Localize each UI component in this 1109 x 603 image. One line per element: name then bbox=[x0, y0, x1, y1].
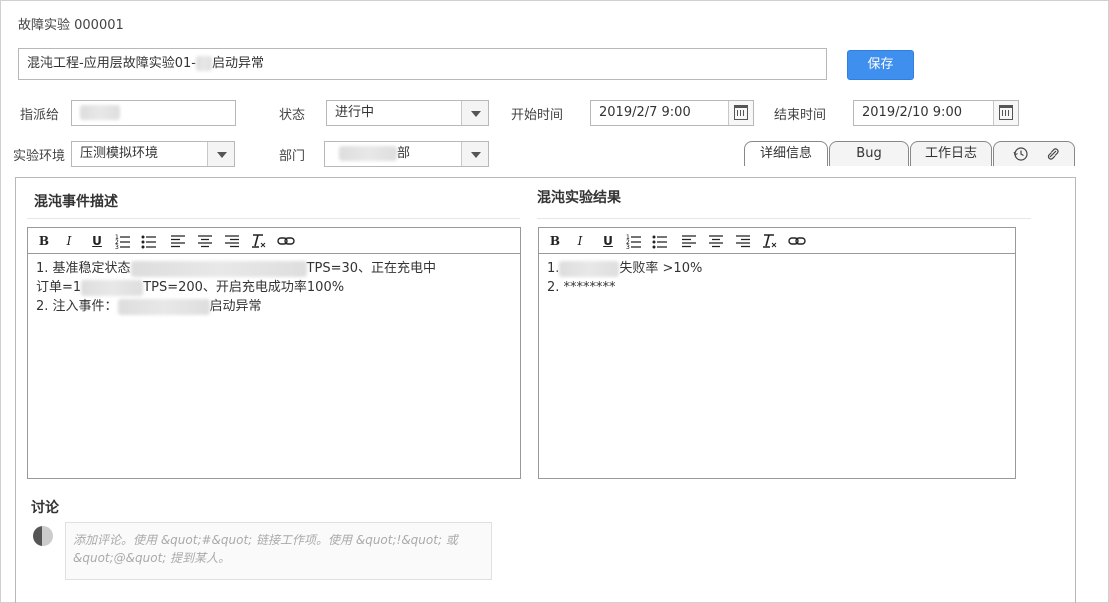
align-center-icon[interactable] bbox=[708, 233, 724, 249]
redacted-text bbox=[80, 105, 120, 120]
redacted-text bbox=[117, 298, 210, 315]
result-title: 混沌实验结果 bbox=[537, 190, 621, 206]
clear-format-icon[interactable] bbox=[251, 233, 267, 249]
result-content[interactable]: 1. 失败率 >10% 2. ******** bbox=[539, 254, 1015, 302]
title-input-value-suffix: 启动异常 bbox=[211, 56, 264, 71]
description-text: 启动异常 bbox=[209, 299, 262, 314]
redacted-text bbox=[339, 146, 397, 161]
title-input[interactable]: 混沌工程-应用层故障实验01- 启动异常 bbox=[18, 48, 827, 80]
link-icon[interactable] bbox=[1043, 143, 1063, 165]
link-icon[interactable] bbox=[788, 233, 806, 249]
divider bbox=[27, 218, 520, 219]
bullet-list-icon[interactable] bbox=[652, 233, 668, 249]
editor-toolbar: B I U 123 bbox=[539, 228, 1015, 254]
redacted-text bbox=[559, 260, 620, 277]
window-title: 故障实验 000001 bbox=[18, 18, 124, 33]
description-title: 混沌事件描述 bbox=[34, 194, 118, 210]
env-select[interactable]: 压测模拟环境 bbox=[71, 141, 235, 167]
description-editor[interactable]: B I U 123 1. 基准稳定状态 TPS=30、正在充电中 订单=1 TPS=… bbox=[27, 227, 521, 479]
title-input-value: 混沌工程-应用层故障实验01- bbox=[27, 56, 196, 71]
description-line: 订单=1 TPS=200、开启充电成功率100% bbox=[36, 278, 512, 297]
assignee-label: 指派给 bbox=[20, 108, 60, 123]
divider bbox=[537, 218, 1031, 219]
ordered-list-icon[interactable]: 123 bbox=[626, 233, 642, 249]
chevron-down-icon[interactable] bbox=[207, 142, 234, 166]
bullet-list-icon[interactable] bbox=[141, 233, 157, 249]
dept-label: 部门 bbox=[279, 149, 306, 164]
redacted-text bbox=[130, 260, 307, 277]
italic-button[interactable]: I bbox=[573, 233, 587, 249]
tab-worklog[interactable]: 工作日志 bbox=[910, 141, 992, 166]
start-time-field[interactable]: 2019/2/7 9:00 bbox=[590, 100, 754, 126]
bold-button[interactable]: B bbox=[37, 233, 51, 249]
comment-input[interactable]: 添加评论。使用 &quot;#&quot; 链接工作项。使用 &quot;!&q… bbox=[65, 522, 492, 580]
result-editor[interactable]: B I U 123 1. 失败率 >10% 2. ******** bbox=[538, 227, 1016, 479]
italic-button[interactable]: I bbox=[62, 233, 76, 249]
dept-select-value-suffix: 部 bbox=[397, 146, 411, 161]
end-time-value: 2019/2/10 9:00 bbox=[862, 105, 962, 120]
description-line: 1. 基准稳定状态 TPS=30、正在充电中 bbox=[36, 259, 512, 278]
assignee-field[interactable] bbox=[71, 100, 236, 126]
result-text: 1. bbox=[547, 261, 560, 276]
result-text: 失败率 >10% bbox=[619, 261, 703, 276]
tab-history-links[interactable] bbox=[993, 141, 1075, 166]
result-line: 2. ******** bbox=[547, 280, 616, 295]
ordered-list-icon[interactable]: 123 bbox=[115, 233, 131, 249]
underline-button[interactable]: U bbox=[601, 233, 615, 249]
description-text: 订单=1 bbox=[36, 280, 82, 295]
chevron-down-icon[interactable] bbox=[461, 101, 488, 125]
save-button[interactable]: 保存 bbox=[847, 50, 914, 80]
svg-text:3: 3 bbox=[115, 244, 119, 249]
start-time-label: 开始时间 bbox=[511, 108, 564, 123]
start-time-value: 2019/2/7 9:00 bbox=[599, 105, 691, 120]
redacted-text bbox=[81, 279, 144, 296]
description-content[interactable]: 1. 基准稳定状态 TPS=30、正在充电中 订单=1 TPS=200、开启充电成功… bbox=[28, 254, 520, 321]
calendar-icon[interactable] bbox=[728, 101, 753, 125]
description-text: TPS=30、正在充电中 bbox=[306, 261, 437, 276]
discussion-title: 讨论 bbox=[31, 500, 59, 516]
tab-bug[interactable]: Bug bbox=[829, 141, 909, 166]
redacted-text bbox=[195, 56, 212, 71]
description-text: TPS=200、开启充电成功率100% bbox=[143, 280, 345, 295]
description-text: 1. 基准稳定状态 bbox=[36, 261, 131, 276]
result-line: 1. 失败率 >10% bbox=[547, 259, 1007, 278]
env-select-value: 压测模拟环境 bbox=[80, 146, 159, 161]
underline-button[interactable]: U bbox=[90, 233, 104, 249]
status-select[interactable]: 进行中 bbox=[326, 100, 489, 126]
avatar bbox=[33, 526, 53, 546]
align-left-icon[interactable] bbox=[170, 233, 186, 249]
end-time-field[interactable]: 2019/2/10 9:00 bbox=[853, 100, 1019, 126]
status-label: 状态 bbox=[279, 108, 306, 123]
editor-toolbar: B I U 123 bbox=[28, 228, 520, 254]
svg-text:3: 3 bbox=[626, 244, 630, 249]
link-icon[interactable] bbox=[277, 233, 295, 249]
align-right-icon[interactable] bbox=[735, 233, 751, 249]
align-right-icon[interactable] bbox=[224, 233, 240, 249]
end-time-label: 结束时间 bbox=[774, 108, 827, 123]
description-text: 2. 注入事件： bbox=[36, 299, 118, 314]
align-left-icon[interactable] bbox=[681, 233, 697, 249]
tab-details[interactable]: 详细信息 bbox=[744, 141, 828, 166]
calendar-icon[interactable] bbox=[993, 101, 1018, 125]
clear-format-icon[interactable] bbox=[762, 233, 778, 249]
status-select-value: 进行中 bbox=[335, 105, 375, 120]
bold-button[interactable]: B bbox=[548, 233, 562, 249]
chevron-down-icon[interactable] bbox=[461, 142, 488, 166]
env-label: 实验环境 bbox=[13, 149, 66, 164]
dept-select[interactable]: 部 bbox=[324, 141, 489, 167]
description-line: 2. 注入事件： 启动异常 bbox=[36, 297, 512, 316]
align-center-icon[interactable] bbox=[197, 233, 213, 249]
